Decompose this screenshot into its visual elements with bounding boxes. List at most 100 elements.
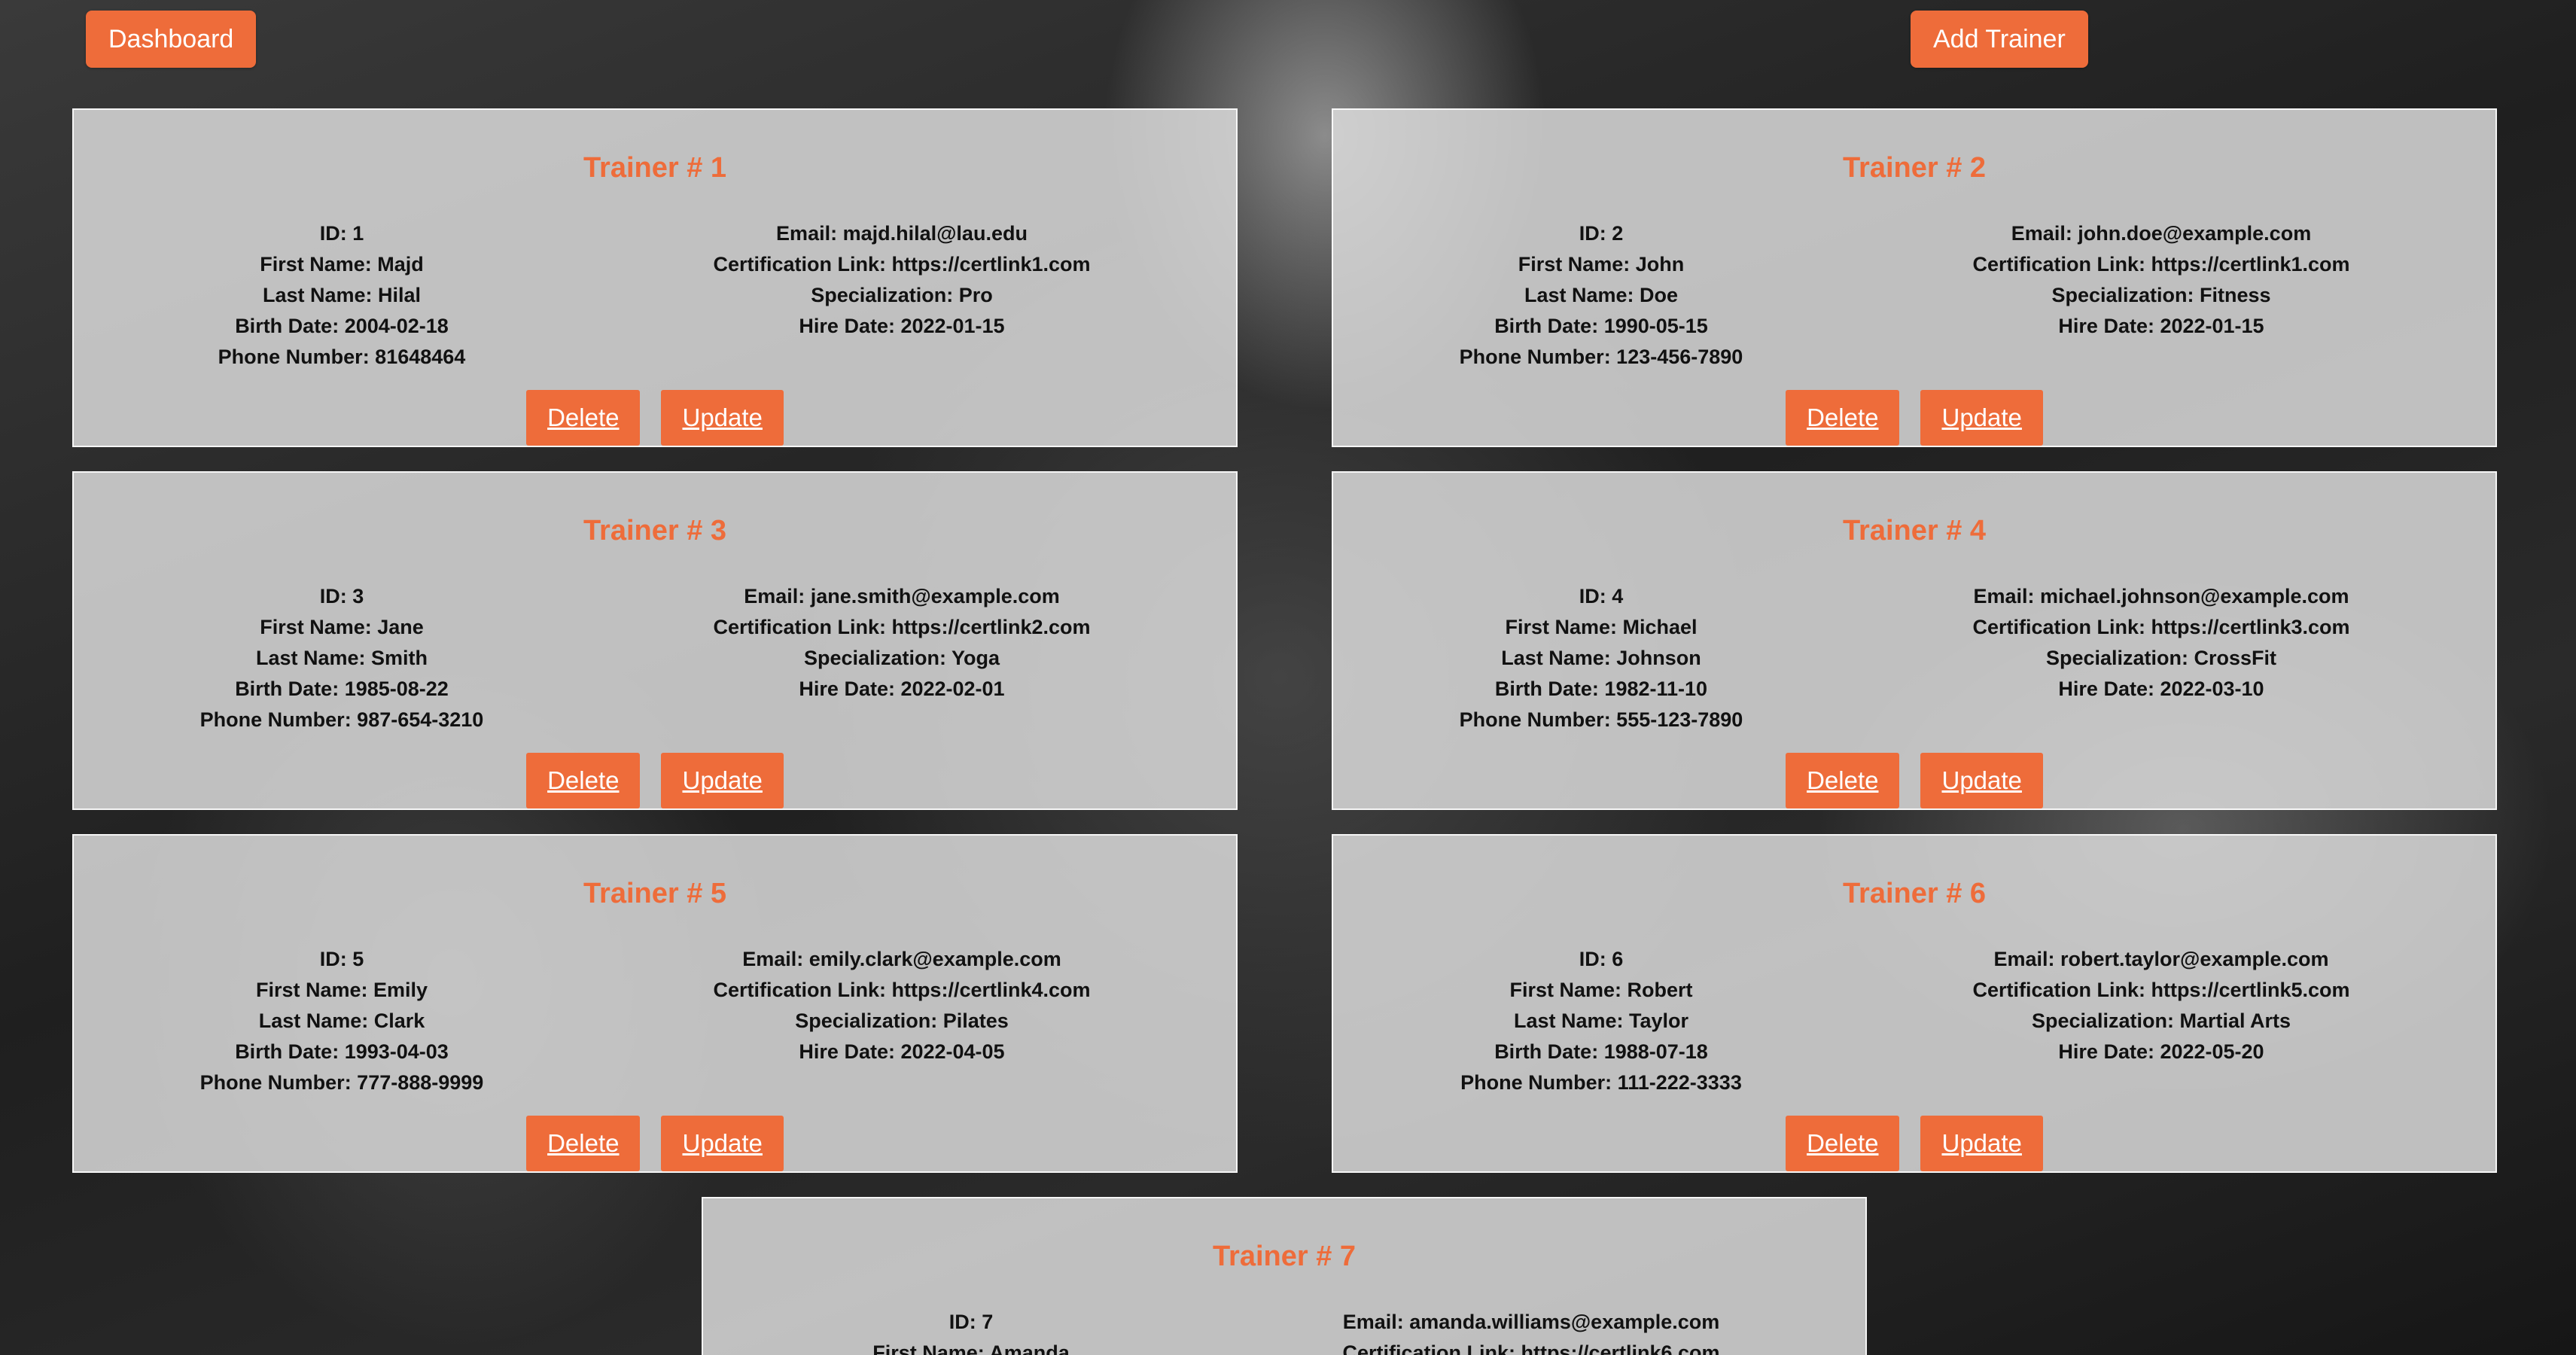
trainer-title: Trainer # 2 bbox=[1842, 152, 1987, 184]
trainer-card-4: Trainer # 4 ID: 4 First Name: Michael La… bbox=[1332, 471, 2497, 810]
trainer-last-name: Last Name: Doe bbox=[1524, 284, 1679, 306]
trainer-first-name: First Name: Emily bbox=[255, 979, 428, 1001]
trainer-email: Email: amanda.williams@example.com bbox=[1342, 1311, 1720, 1333]
trainer-phone: Phone Number: 123-456-7890 bbox=[1459, 346, 1743, 368]
trainer-specialization: Specialization: Yoga bbox=[803, 647, 1000, 669]
card-actions: Delete Update bbox=[74, 1116, 1236, 1171]
trainer-birth-date: Birth Date: 1982-11-10 bbox=[1494, 678, 1708, 700]
trainer-phone: Phone Number: 555-123-7890 bbox=[1459, 708, 1743, 731]
trainer-hire-date: Hire Date: 2022-03-10 bbox=[2058, 678, 2264, 700]
trainer-specialization: Specialization: Fitness bbox=[2051, 284, 2271, 306]
trainer-last-name: Last Name: Hilal bbox=[262, 284, 422, 306]
trainer-cert-link: Certification Link: https://certlink1.co… bbox=[1972, 253, 2350, 276]
trainer-card-7: Trainer # 7 ID: 7 First Name: Amanda Ema… bbox=[702, 1197, 1867, 1355]
card-actions: Delete Update bbox=[1333, 1116, 2495, 1171]
trainer-first-name: First Name: Amanda bbox=[872, 1341, 1070, 1355]
delete-button[interactable]: Delete bbox=[526, 1116, 641, 1171]
trainer-card-6: Trainer # 6 ID: 6 First Name: Robert Las… bbox=[1332, 834, 2497, 1173]
trainer-email: Email: robert.taylor@example.com bbox=[1993, 948, 2329, 970]
trainer-last-name: Last Name: Smith bbox=[255, 647, 428, 669]
trainer-title: Trainer # 4 bbox=[1842, 515, 1987, 547]
trainer-title: Trainer # 1 bbox=[583, 152, 727, 184]
trainer-hire-date: Hire Date: 2022-01-15 bbox=[2058, 315, 2264, 337]
trainer-phone: Phone Number: 111-222-3333 bbox=[1460, 1071, 1742, 1094]
update-button[interactable]: Update bbox=[661, 1116, 784, 1171]
trainer-title: Trainer # 6 bbox=[1842, 878, 1987, 909]
trainer-specialization: Specialization: Martial Arts bbox=[2031, 1009, 2291, 1032]
trainer-birth-date: Birth Date: 1988-07-18 bbox=[1494, 1040, 1708, 1063]
trainer-details-right: Email: jane.smith@example.com Certificat… bbox=[631, 581, 1173, 705]
trainer-cert-link: Certification Link: https://certlink5.co… bbox=[1972, 979, 2350, 1001]
card-actions: Delete Update bbox=[74, 753, 1236, 808]
trainer-last-name: Last Name: Clark bbox=[258, 1009, 425, 1032]
trainer-details-left: ID: 6 First Name: Robert Last Name: Tayl… bbox=[1333, 944, 1869, 1098]
trainer-first-name: First Name: John bbox=[1518, 253, 1685, 276]
trainer-hire-date: Hire Date: 2022-01-15 bbox=[799, 315, 1005, 337]
trainer-email: Email: john.doe@example.com bbox=[2011, 222, 2312, 245]
trainer-id: ID: 2 bbox=[1579, 222, 1624, 245]
trainer-details-right: Email: john.doe@example.com Certificatio… bbox=[1890, 218, 2432, 342]
trainer-id: ID: 3 bbox=[319, 585, 364, 607]
trainer-specialization: Specialization: CrossFit bbox=[2045, 647, 2277, 669]
card-actions: Delete Update bbox=[1333, 390, 2495, 446]
trainer-card-2: Trainer # 2 ID: 2 First Name: John Last … bbox=[1332, 108, 2497, 447]
trainer-card-5: Trainer # 5 ID: 5 First Name: Emily Last… bbox=[72, 834, 1238, 1173]
trainer-email: Email: michael.johnson@example.com bbox=[1973, 585, 2349, 607]
trainer-cert-link: Certification Link: https://certlink6.co… bbox=[1342, 1341, 1720, 1355]
trainer-id: ID: 7 bbox=[948, 1311, 994, 1333]
update-button[interactable]: Update bbox=[661, 390, 784, 446]
trainer-phone: Phone Number: 81648464 bbox=[218, 346, 466, 368]
update-button[interactable]: Update bbox=[1920, 390, 2043, 446]
trainer-card-1: Trainer # 1 ID: 1 First Name: Majd Last … bbox=[72, 108, 1238, 447]
trainer-first-name: First Name: Michael bbox=[1505, 616, 1698, 638]
delete-button[interactable]: Delete bbox=[526, 390, 641, 446]
add-trainer-button[interactable]: Add Trainer bbox=[1911, 11, 2088, 68]
trainer-hire-date: Hire Date: 2022-05-20 bbox=[2058, 1040, 2264, 1063]
trainer-title: Trainer # 5 bbox=[583, 878, 727, 909]
trainer-details-right: Email: robert.taylor@example.com Certifi… bbox=[1890, 944, 2432, 1067]
trainer-hire-date: Hire Date: 2022-04-05 bbox=[799, 1040, 1005, 1063]
trainer-cert-link: Certification Link: https://certlink1.co… bbox=[713, 253, 1091, 276]
trainer-specialization: Specialization: Pro bbox=[811, 284, 993, 306]
trainer-first-name: First Name: Majd bbox=[260, 253, 424, 276]
trainer-details-right: Email: amanda.williams@example.com Certi… bbox=[1260, 1307, 1802, 1355]
trainer-title: Trainer # 3 bbox=[583, 515, 727, 547]
delete-button[interactable]: Delete bbox=[1786, 1116, 1900, 1171]
delete-button[interactable]: Delete bbox=[1786, 390, 1900, 446]
trainer-id: ID: 1 bbox=[319, 222, 364, 245]
trainer-title: Trainer # 7 bbox=[1212, 1241, 1357, 1272]
trainer-email: Email: emily.clark@example.com bbox=[742, 948, 1061, 970]
trainer-cert-link: Certification Link: https://certlink3.co… bbox=[1972, 616, 2350, 638]
delete-button[interactable]: Delete bbox=[1786, 753, 1900, 808]
trainer-details-right: Email: majd.hilal@lau.edu Certification … bbox=[631, 218, 1173, 342]
trainer-phone: Phone Number: 777-888-9999 bbox=[199, 1071, 484, 1094]
trainer-id: ID: 5 bbox=[319, 948, 364, 970]
trainer-details-right: Email: michael.johnson@example.com Certi… bbox=[1890, 581, 2432, 705]
trainer-cert-link: Certification Link: https://certlink4.co… bbox=[713, 979, 1091, 1001]
trainer-details-left: ID: 2 First Name: John Last Name: Doe Bi… bbox=[1333, 218, 1869, 373]
card-actions: Delete Update bbox=[74, 390, 1236, 446]
trainer-email: Email: majd.hilal@lau.edu bbox=[776, 222, 1028, 245]
card-actions: Delete Update bbox=[1333, 753, 2495, 808]
delete-button[interactable]: Delete bbox=[526, 753, 641, 808]
trainer-last-name: Last Name: Johnson bbox=[1501, 647, 1701, 669]
trainer-details-left: ID: 4 First Name: Michael Last Name: Joh… bbox=[1333, 581, 1869, 735]
trainer-hire-date: Hire Date: 2022-02-01 bbox=[799, 678, 1005, 700]
trainer-specialization: Specialization: Pilates bbox=[795, 1009, 1009, 1032]
trainer-phone: Phone Number: 987-654-3210 bbox=[199, 708, 484, 731]
trainer-birth-date: Birth Date: 1985-08-22 bbox=[235, 678, 449, 700]
update-button[interactable]: Update bbox=[1920, 753, 2043, 808]
update-button[interactable]: Update bbox=[661, 753, 784, 808]
trainer-first-name: First Name: Jane bbox=[260, 616, 424, 638]
trainer-birth-date: Birth Date: 2004-02-18 bbox=[235, 315, 449, 337]
trainer-details-left: ID: 1 First Name: Majd Last Name: Hilal … bbox=[74, 218, 610, 373]
update-button[interactable]: Update bbox=[1920, 1116, 2043, 1171]
trainer-details-right: Email: emily.clark@example.com Certifica… bbox=[631, 944, 1173, 1067]
trainer-details-left: ID: 7 First Name: Amanda bbox=[703, 1307, 1239, 1355]
trainer-details-left: ID: 5 First Name: Emily Last Name: Clark… bbox=[74, 944, 610, 1098]
trainer-email: Email: jane.smith@example.com bbox=[744, 585, 1060, 607]
trainer-details-left: ID: 3 First Name: Jane Last Name: Smith … bbox=[74, 581, 610, 735]
dashboard-button[interactable]: Dashboard bbox=[86, 11, 257, 68]
trainer-birth-date: Birth Date: 1993-04-03 bbox=[235, 1040, 449, 1063]
trainer-id: ID: 4 bbox=[1579, 585, 1624, 607]
